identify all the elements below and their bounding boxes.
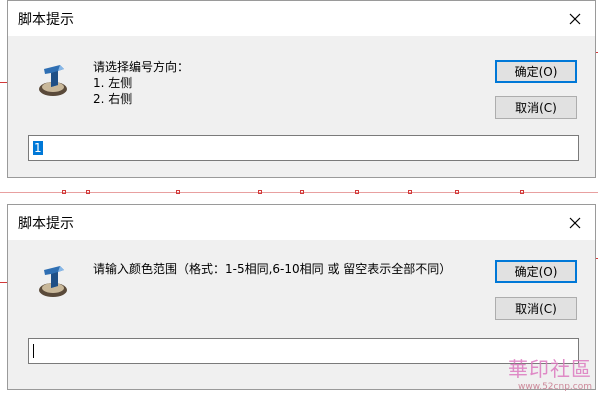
watermark-url: www.52cnp.com	[517, 382, 592, 392]
ok-button[interactable]: 确定(O)	[495, 60, 577, 83]
cancel-button[interactable]: 取消(C)	[495, 96, 577, 119]
close-button[interactable]	[555, 1, 595, 36]
background-marker	[258, 190, 262, 194]
text-caret	[33, 344, 34, 358]
input-field[interactable]	[28, 338, 579, 364]
background-marker	[62, 190, 66, 194]
cancel-button[interactable]: 取消(C)	[495, 297, 577, 320]
background-marker	[86, 190, 90, 194]
background-marker	[408, 190, 412, 194]
background-strip-top	[0, 190, 598, 204]
script-app-icon	[39, 266, 67, 297]
prompt-line: 请输入颜色范围（格式：1-5相同,6-10相同 或 留空表示全部不同）	[93, 262, 452, 276]
prompt-text: 请选择编号方向： 1. 左侧 2. 右侧	[93, 59, 189, 107]
dialog-title: 脚本提示	[18, 216, 74, 232]
prompt-line: 1. 左侧	[93, 76, 133, 90]
watermark: 華印社區 www.52cnp.com	[508, 353, 592, 392]
close-button[interactable]	[555, 205, 595, 240]
prompt-text: 请输入颜色范围（格式：1-5相同,6-10相同 或 留空表示全部不同）	[93, 261, 451, 277]
input-field[interactable]: 1	[28, 135, 579, 161]
script-app-icon	[39, 65, 67, 96]
script-prompt-dialog-1: 脚本提示 请选择编号方向： 1. 左侧 2. 右侧 确定(O) 取消(C) 1	[7, 0, 596, 178]
title-bar[interactable]: 脚本提示	[8, 205, 595, 240]
background-marker	[300, 190, 304, 194]
background-marker	[520, 190, 524, 194]
close-icon	[569, 13, 581, 24]
input-value: 1	[33, 141, 43, 155]
background-marker	[176, 190, 180, 194]
background-marker	[355, 190, 359, 194]
dialog-title: 脚本提示	[18, 12, 74, 28]
prompt-line: 请选择编号方向：	[93, 60, 190, 74]
prompt-line: 2. 右侧	[93, 92, 133, 106]
background-edge-left	[0, 282, 7, 283]
close-icon	[569, 217, 581, 228]
background-edge-left	[0, 82, 7, 83]
title-bar[interactable]: 脚本提示	[8, 1, 595, 36]
watermark-text: 華印社區	[508, 357, 592, 381]
background-marker	[455, 190, 459, 194]
ok-button[interactable]: 确定(O)	[495, 260, 577, 283]
